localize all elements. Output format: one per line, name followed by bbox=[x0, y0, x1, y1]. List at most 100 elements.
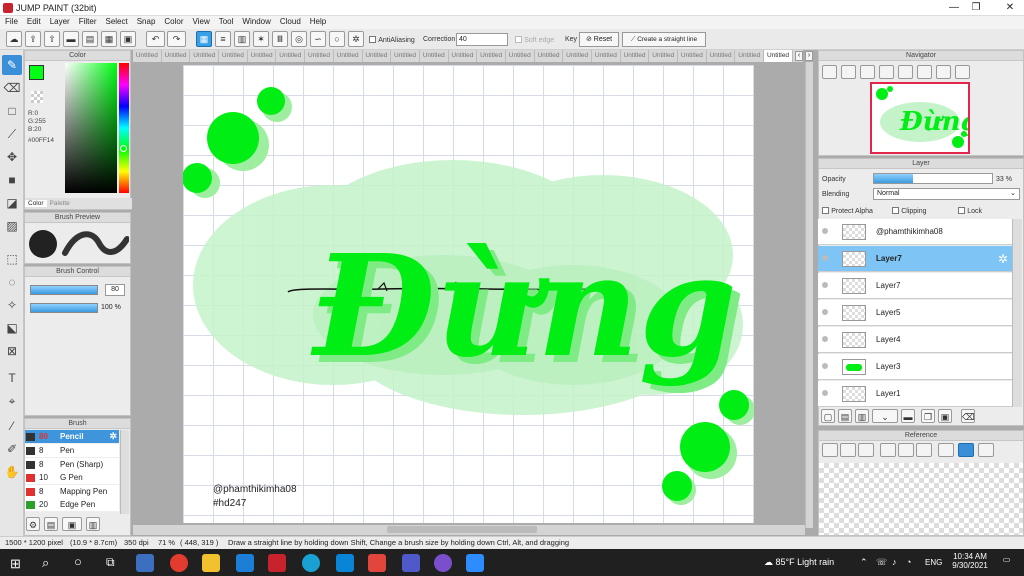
export-icon[interactable]: ⇧ bbox=[44, 31, 60, 47]
tab-untitled[interactable]: Untitled bbox=[506, 50, 535, 62]
menu-window[interactable]: Window bbox=[237, 16, 274, 26]
tab-untitled-active[interactable]: Untitled bbox=[764, 50, 793, 62]
network-icon[interactable]: ☏ bbox=[876, 557, 887, 568]
tray-app-icon[interactable]: ◔ bbox=[906, 557, 911, 567]
tab-untitled[interactable]: Untitled bbox=[707, 50, 736, 62]
tab-untitled[interactable]: Untitled bbox=[363, 50, 392, 62]
operation-tool-icon[interactable]: ⌖ bbox=[2, 391, 22, 411]
text-tool-icon[interactable]: T bbox=[2, 368, 22, 388]
skype-icon[interactable] bbox=[336, 554, 354, 572]
select-pen-icon[interactable]: ⬕ bbox=[2, 318, 22, 338]
brush-item-pencil[interactable]: 80 Pencil ✲ bbox=[25, 430, 119, 444]
layer-row-layer3[interactable]: Layer3 bbox=[818, 354, 1012, 380]
straight-line-button[interactable]: ⟋ Create a straight line bbox=[622, 32, 706, 47]
tab-untitled[interactable]: Untitled bbox=[477, 50, 506, 62]
zoom-icon[interactable] bbox=[466, 554, 484, 572]
new-layer-8bit-icon[interactable]: ▥ bbox=[855, 409, 869, 423]
menu-help[interactable]: Help bbox=[305, 16, 330, 26]
brush-copy-icon[interactable]: ▣ bbox=[62, 517, 82, 531]
tab-untitled[interactable]: Untitled bbox=[735, 50, 765, 62]
horizontal-scrollbar[interactable] bbox=[133, 525, 805, 535]
tab-untitled[interactable]: Untitled bbox=[133, 50, 162, 62]
tab-untitled[interactable]: Untitled bbox=[391, 50, 420, 62]
magic-wand-icon[interactable]: ✧ bbox=[2, 295, 22, 315]
teams-icon[interactable] bbox=[402, 554, 420, 572]
menu-edit[interactable]: Edit bbox=[22, 16, 45, 26]
brush-item-pen-sharp[interactable]: 8 Pen (Sharp) bbox=[25, 458, 119, 472]
transparent-swatch[interactable] bbox=[31, 91, 43, 103]
reference-eyedropper-icon[interactable] bbox=[938, 443, 954, 457]
correction-input[interactable]: 40 bbox=[456, 33, 508, 46]
language-indicator[interactable]: ENG bbox=[925, 558, 942, 567]
upload-icon[interactable]: ⇪ bbox=[25, 31, 41, 47]
jump-paint-icon[interactable] bbox=[268, 554, 286, 572]
pen-tool-icon[interactable]: ✐ bbox=[2, 439, 22, 459]
tab-untitled[interactable]: Untitled bbox=[420, 50, 449, 62]
tab-untitled[interactable]: Untitled bbox=[334, 50, 363, 62]
tab-untitled[interactable]: Untitled bbox=[162, 50, 191, 62]
maximize-button[interactable]: ❐ bbox=[962, 0, 990, 16]
rotate-icon[interactable] bbox=[917, 65, 932, 79]
reference-rotate-icon[interactable] bbox=[978, 443, 994, 457]
menu-layer[interactable]: Layer bbox=[45, 16, 74, 26]
volume-icon[interactable]: ♪ bbox=[892, 557, 897, 567]
layer-row-layer7[interactable]: Layer7 bbox=[818, 273, 1012, 299]
tab-untitled[interactable]: Untitled bbox=[219, 50, 248, 62]
brush-folder-icon[interactable]: ▤ bbox=[44, 517, 58, 531]
edge-icon[interactable] bbox=[302, 554, 320, 572]
hue-handle[interactable] bbox=[120, 145, 127, 152]
menu-file[interactable]: File bbox=[0, 16, 22, 26]
reference-open-icon[interactable] bbox=[840, 443, 856, 457]
move-tool-icon[interactable]: ✥ bbox=[2, 147, 22, 167]
store-icon[interactable] bbox=[136, 554, 154, 572]
protect-alpha-checkbox[interactable]: Protect Alpha bbox=[822, 206, 873, 215]
tab-untitled[interactable]: Untitled bbox=[535, 50, 564, 62]
concentric-icon[interactable]: ◎ bbox=[291, 31, 307, 47]
menu-tool[interactable]: Tool bbox=[214, 16, 238, 26]
reference-upload-icon[interactable] bbox=[822, 443, 838, 457]
menu-view[interactable]: View bbox=[188, 16, 214, 26]
pencil-tool-icon[interactable]: ✎ bbox=[2, 55, 22, 75]
lasso-icon[interactable]: ◌ bbox=[2, 272, 22, 292]
notification-icon[interactable]: ▭ bbox=[1000, 555, 1013, 568]
weather-widget[interactable]: ☁ 85°F Light rain bbox=[764, 557, 834, 568]
menu-cloud[interactable]: Cloud bbox=[275, 16, 305, 26]
perspective-icon[interactable]: ✶ bbox=[253, 31, 269, 47]
layer-row-layer4[interactable]: Layer4 bbox=[818, 327, 1012, 353]
brush-size-value[interactable]: 80 bbox=[105, 284, 125, 296]
undo-icon[interactable]: ↶ bbox=[146, 31, 165, 47]
delete-layer-icon[interactable]: ⌫ bbox=[961, 409, 975, 423]
mail-icon[interactable] bbox=[236, 554, 254, 572]
line-tool-icon[interactable]: ⟋ bbox=[2, 124, 22, 144]
reference-zoom-out-icon[interactable] bbox=[880, 443, 896, 457]
tab-palette[interactable]: Palette bbox=[47, 200, 73, 207]
pin-app-icon[interactable] bbox=[368, 554, 386, 572]
layer-menu-icon[interactable]: ⌄ bbox=[872, 409, 898, 423]
eraser-tool-icon[interactable]: ⌫ bbox=[2, 78, 22, 98]
tab-untitled[interactable]: Untitled bbox=[190, 50, 220, 62]
settings-icon[interactable]: ▣ bbox=[120, 31, 136, 47]
ellipse-icon[interactable]: ○ bbox=[329, 31, 345, 47]
tab-color[interactable]: Color bbox=[25, 200, 47, 207]
fill-rect-tool-icon[interactable]: ■ bbox=[2, 170, 22, 190]
chrome-icon[interactable] bbox=[170, 554, 188, 572]
tab-untitled[interactable]: Untitled bbox=[305, 50, 334, 62]
brush-item-pen[interactable]: 8 Pen bbox=[25, 444, 119, 458]
brush-item-g-pen[interactable]: 10 G Pen bbox=[25, 471, 119, 485]
scroll-thumb[interactable] bbox=[387, 526, 537, 533]
blending-select[interactable]: Normal ⌄ bbox=[873, 188, 1020, 200]
layer-row-layer5[interactable]: Layer5 bbox=[818, 300, 1012, 326]
layer-row-layer1[interactable]: Layer1 bbox=[818, 381, 1012, 407]
new-layer-green-icon[interactable]: ▤ bbox=[838, 409, 852, 423]
menu-select[interactable]: Select bbox=[100, 16, 131, 26]
reset-button[interactable]: ⊘ Reset bbox=[579, 32, 619, 47]
grid-icon[interactable]: ▦ bbox=[196, 31, 212, 47]
document-icon[interactable]: ▤ bbox=[82, 31, 98, 47]
layer-row-layer7-selected[interactable]: Layer7 ✲ bbox=[818, 246, 1012, 272]
clipping-checkbox[interactable]: Clipping bbox=[892, 206, 927, 215]
tab-scroll-left-icon[interactable]: ‹ bbox=[795, 51, 803, 61]
zoom-reset-icon[interactable] bbox=[879, 65, 894, 79]
file-explorer-icon[interactable] bbox=[202, 554, 220, 572]
start-icon[interactable]: ⊞ bbox=[10, 556, 21, 572]
flip-icon[interactable] bbox=[898, 65, 913, 79]
